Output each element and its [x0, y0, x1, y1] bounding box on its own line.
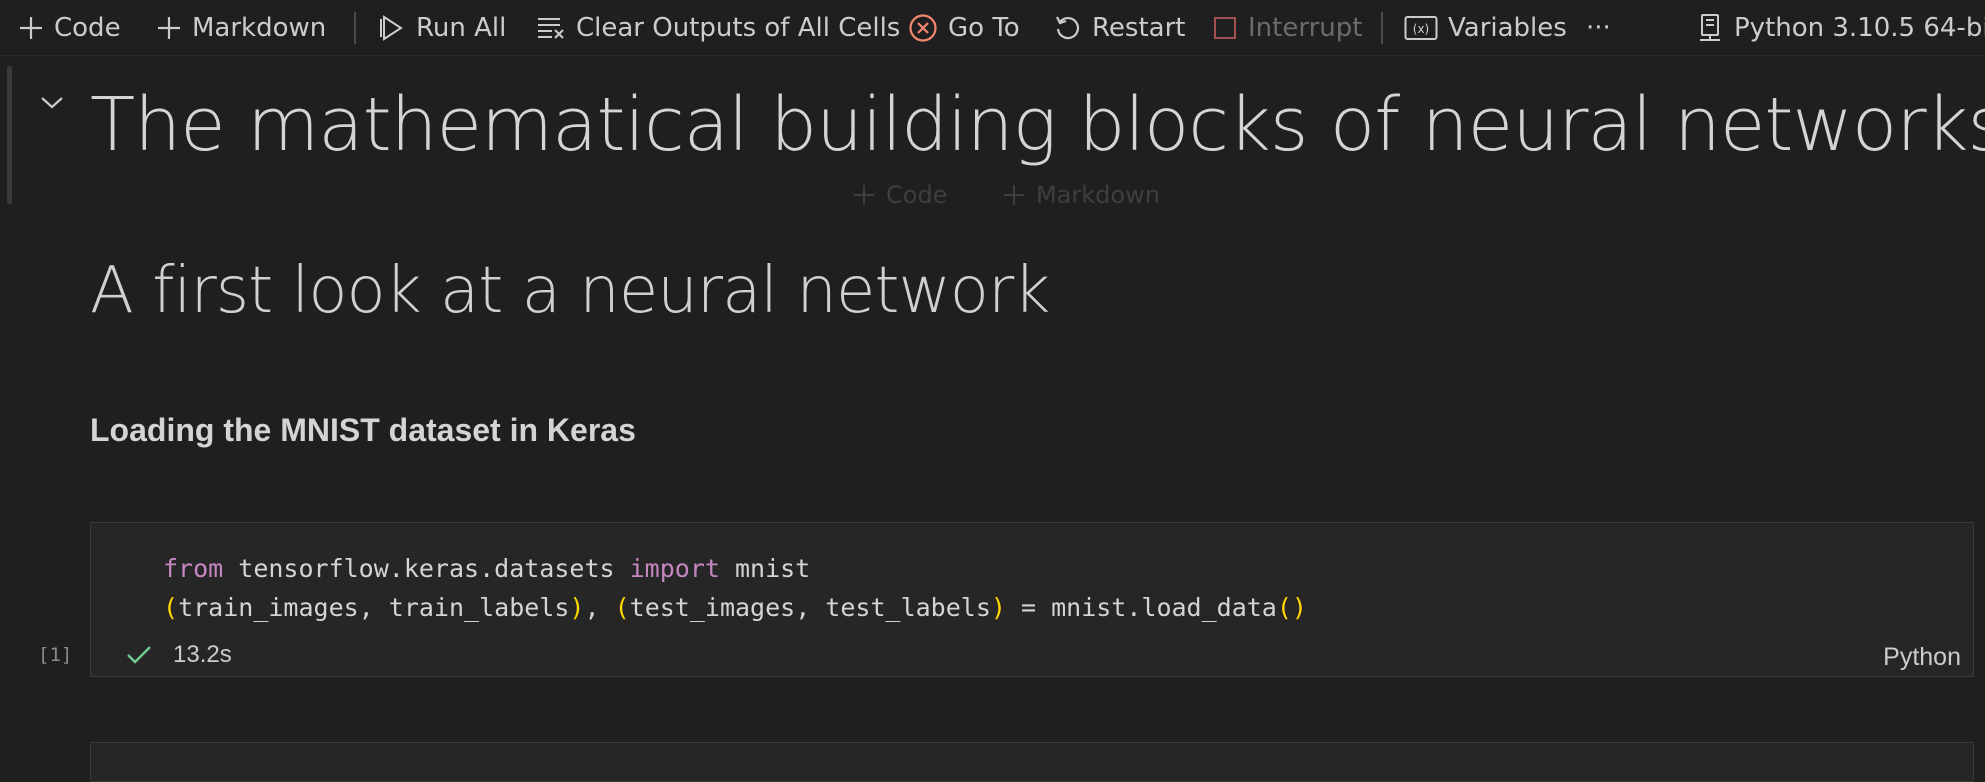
- notebook-toolbar: Code Markdown Run All Clear Outputs of A…: [0, 0, 1985, 56]
- code-bracket: (: [614, 593, 630, 622]
- add-markdown-cell-button[interactable]: Markdown: [156, 8, 326, 48]
- variables-label: Variables: [1448, 13, 1567, 43]
- plus-icon: [158, 17, 180, 39]
- go-to-label: Go To: [948, 13, 1020, 43]
- interrupt-label: Interrupt: [1248, 13, 1363, 43]
- code-bracket: ): [990, 593, 1006, 622]
- code-text: test_images, test_labels: [629, 593, 991, 622]
- check-icon: [127, 646, 151, 664]
- section-heading: A first look at a neural network: [90, 254, 1050, 328]
- code-text: train_images, train_labels: [178, 593, 570, 622]
- code-bracket: ): [569, 593, 585, 622]
- add-code-cell-button[interactable]: Code: [18, 8, 121, 48]
- chevron-down-icon: [41, 97, 63, 109]
- error-circle-icon: [909, 14, 937, 42]
- kernel-label: Python 3.10.5 64-bit: [1734, 13, 1985, 43]
- plus-icon: [20, 17, 42, 39]
- code-cell[interactable]: [90, 742, 1974, 782]
- code-name: mnist: [719, 554, 811, 583]
- code-keyword: import: [629, 554, 720, 583]
- notebook-title-heading: The mathematical building blocks of neur…: [90, 82, 1985, 168]
- code-bracket: (): [1276, 593, 1307, 622]
- cell-status: 13.2s: [125, 641, 232, 669]
- add-code-label: Code: [54, 13, 121, 43]
- kernel-server-icon: [1700, 14, 1720, 41]
- svg-text:(x): (x): [1413, 22, 1429, 36]
- stop-icon: [1214, 17, 1236, 39]
- run-all-button[interactable]: Run All: [378, 8, 506, 48]
- variables-icon: (x): [1404, 16, 1438, 40]
- code-keyword: from: [163, 554, 224, 583]
- subsection-heading: Loading the MNIST dataset in Keras: [90, 412, 636, 448]
- run-all-icon: [380, 15, 403, 41]
- code-bracket: (: [163, 593, 179, 622]
- toolbar-separator: [354, 12, 356, 44]
- plus-icon: [1004, 185, 1024, 205]
- run-all-label: Run All: [416, 13, 507, 43]
- insert-code-cell-button[interactable]: Code: [852, 178, 947, 212]
- restart-kernel-button[interactable]: Restart: [1054, 8, 1185, 48]
- execution-count: [1]: [38, 644, 73, 666]
- clear-outputs-button[interactable]: Clear Outputs of All Cells: [536, 8, 900, 48]
- code-module: tensorflow.keras.datasets: [223, 554, 630, 583]
- toolbar-separator: [1381, 12, 1383, 44]
- code-text: = mnist.load_data: [1005, 593, 1277, 622]
- execution-duration: 13.2s: [173, 641, 232, 668]
- insert-code-label: Code: [886, 181, 948, 209]
- code-text: ,: [584, 593, 615, 622]
- interrupt-kernel-button[interactable]: Interrupt: [1212, 8, 1362, 48]
- more-icon: ···: [1586, 13, 1611, 43]
- cell-language-picker[interactable]: Python: [1883, 643, 1961, 672]
- variables-button[interactable]: (x) Variables: [1404, 8, 1567, 48]
- code-cell[interactable]: from tensorflow.keras.datasets import mn…: [90, 522, 1974, 677]
- go-to-button[interactable]: Go To: [908, 8, 1020, 48]
- plus-icon: [854, 185, 874, 205]
- insert-markdown-label: Markdown: [1036, 181, 1160, 209]
- insert-markdown-cell-button[interactable]: Markdown: [1002, 178, 1160, 212]
- more-actions-button[interactable]: ···: [1586, 8, 1611, 48]
- restart-icon: [1056, 16, 1080, 40]
- add-markdown-label: Markdown: [192, 13, 327, 43]
- clear-outputs-label: Clear Outputs of All Cells: [576, 13, 901, 43]
- restart-label: Restart: [1092, 13, 1186, 43]
- cell-focus-indicator: [7, 66, 12, 204]
- collapse-cell-button[interactable]: [38, 92, 66, 116]
- clear-all-icon: [538, 18, 564, 39]
- code-editor[interactable]: from tensorflow.keras.datasets import mn…: [163, 549, 1307, 627]
- kernel-picker[interactable]: Python 3.10.5 64-bit: [1696, 8, 1985, 48]
